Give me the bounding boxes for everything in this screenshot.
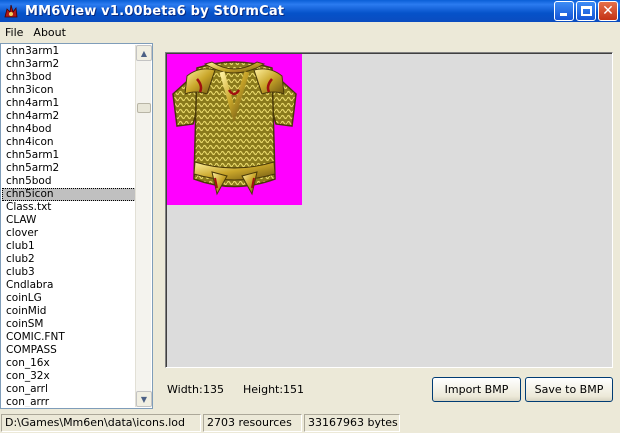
status-resources: 2703 resources [203,414,302,432]
vertical-scrollbar[interactable]: ▲ ▼ [135,45,152,407]
width-value: 135 [203,383,224,396]
list-item[interactable]: chn3bod [2,71,136,84]
close-button[interactable]: ✕ [598,1,618,21]
close-icon: ✕ [602,3,614,19]
list-item[interactable]: coinMid [2,305,136,318]
minimize-button[interactable] [554,1,574,21]
status-bar: D:\Games\Mm6en\data\icons.lod 2703 resou… [0,412,620,433]
window-title: MM6View v1.00beta6 by St0rmCat [25,3,285,19]
maximize-icon [581,6,592,16]
list-item[interactable]: con_32x [2,370,136,383]
list-item[interactable]: chn4arm2 [2,110,136,123]
height-label: Height: [243,383,284,396]
list-item[interactable]: COMIC.FNT [2,331,136,344]
list-item[interactable]: con_arrr [2,396,136,407]
list-item[interactable]: club3 [2,266,136,279]
width-label: Width: [167,383,203,396]
title-bar[interactable]: MM6View v1.00beta6 by St0rmCat ✕ [0,0,620,22]
menu-bar: File About [0,22,620,42]
list-item[interactable]: chn4arm1 [2,97,136,110]
maximize-button[interactable] [576,1,596,21]
list-item[interactable]: coinSM [2,318,136,331]
list-item[interactable]: chn5arm2 [2,162,136,175]
save-to-bmp-button[interactable]: Save to BMP [525,377,613,402]
minimize-icon [560,13,567,16]
image-viewer [165,52,613,368]
list-item[interactable]: club1 [2,240,136,253]
list-item[interactable]: chn5icon [2,188,136,201]
scroll-up-arrow-icon: ▲ [140,48,148,58]
resource-list[interactable]: chn3arm1 chn3arm2 chn3bod chn3icon chn4arm1 c… [0,43,153,409]
status-path: D:\Games\Mm6en\data\icons.lod [1,414,201,432]
list-item[interactable]: chn3arm1 [2,45,136,58]
list-item[interactable]: con_arrl [2,383,136,396]
chainmail-armor-image [172,61,297,196]
status-bytes: 33167963 bytes [304,414,400,432]
scroll-down-arrow-icon: ▼ [140,394,148,404]
list-item[interactable]: chn5bod [2,175,136,188]
menu-file[interactable]: File [0,26,28,39]
image-preview [167,54,302,205]
height-value: 151 [283,383,304,396]
list-item[interactable]: Cndlabra [2,279,136,292]
scroll-down-button[interactable]: ▼ [136,391,152,407]
list-item[interactable]: club2 [2,253,136,266]
list-item[interactable]: coinLG [2,292,136,305]
list-item[interactable]: chn5arm1 [2,149,136,162]
list-item[interactable]: chn3arm2 [2,58,136,71]
scroll-thumb[interactable] [137,103,151,113]
list-item[interactable]: chn3icon [2,84,136,97]
list-item[interactable]: Class.txt [2,201,136,214]
app-icon[interactable] [3,3,19,19]
list-item[interactable]: chn4bod [2,123,136,136]
list-item[interactable]: COMPASS [2,344,136,357]
list-item[interactable]: chn4icon [2,136,136,149]
scroll-up-button[interactable]: ▲ [136,45,152,61]
list-item[interactable]: clover [2,227,136,240]
menu-about[interactable]: About [28,26,71,39]
list-item[interactable]: CLAW [2,214,136,227]
list-item[interactable]: con_16x [2,357,136,370]
import-bmp-button[interactable]: Import BMP [432,377,521,402]
resource-list-items[interactable]: chn3arm1 chn3arm2 chn3bod chn3icon chn4arm1 c… [2,45,136,407]
